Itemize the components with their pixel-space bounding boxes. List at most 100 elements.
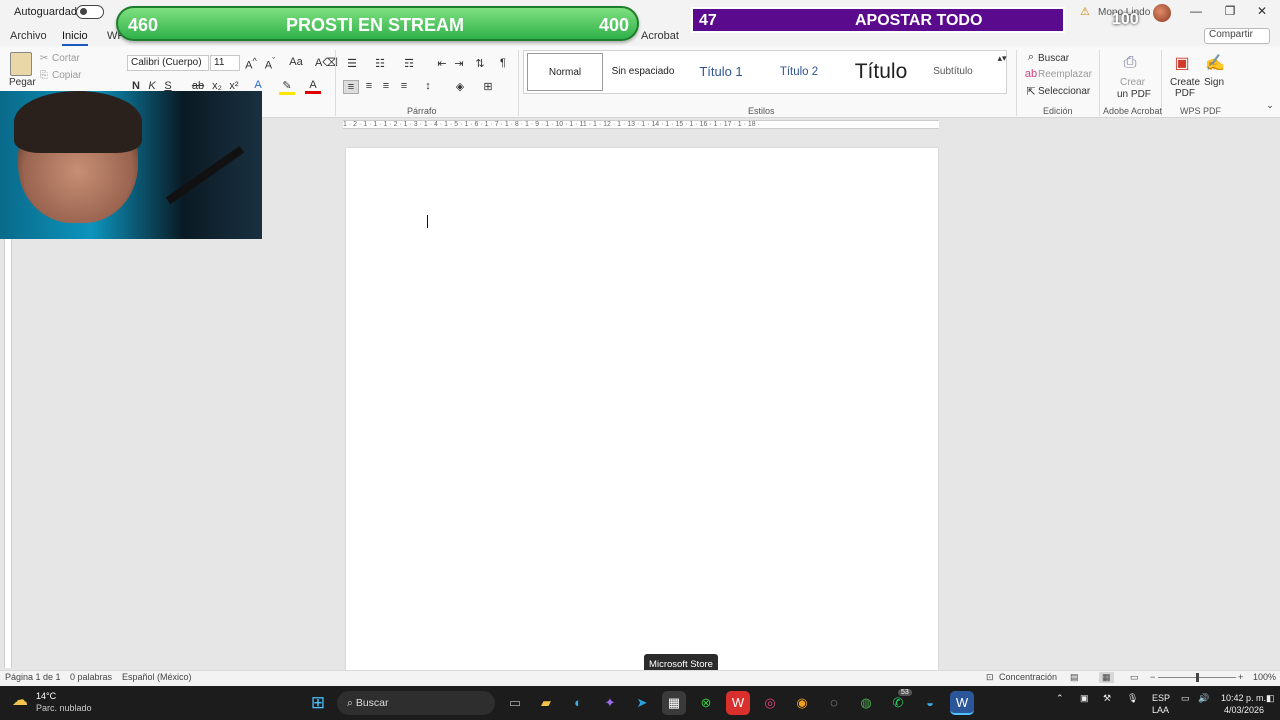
word-icon[interactable]: W bbox=[950, 691, 974, 715]
clear-format-icon[interactable]: A⌫ bbox=[315, 56, 338, 69]
clock-time[interactable]: 10:42 p. m. bbox=[1221, 693, 1266, 703]
taskbar-search[interactable]: ⌕ Buscar bbox=[337, 691, 495, 715]
decrease-indent-icon[interactable]: ⇤ bbox=[434, 57, 450, 70]
sign-icon[interactable]: ✍ bbox=[1205, 53, 1225, 73]
file-explorer-icon[interactable]: ▰ bbox=[534, 691, 558, 715]
autosave-toggle[interactable] bbox=[76, 5, 104, 19]
pilcrow-icon[interactable]: ¶ bbox=[495, 57, 511, 69]
tray-chevron-icon[interactable]: ⌃ bbox=[1056, 693, 1064, 704]
font-color-icon[interactable]: A bbox=[305, 79, 321, 94]
acrobat-create-label[interactable]: Crear bbox=[1120, 77, 1145, 88]
wps-create-label[interactable]: Create bbox=[1170, 77, 1200, 88]
share-button[interactable]: Compartir bbox=[1204, 28, 1270, 44]
borders-icon[interactable]: ⊞ bbox=[480, 80, 496, 93]
change-case-icon[interactable]: Aa bbox=[285, 56, 307, 68]
notifications-icon[interactable]: ◧ bbox=[1266, 693, 1275, 704]
web-layout-icon[interactable]: ▭ bbox=[1130, 672, 1139, 683]
highlight-icon[interactable]: ✎ bbox=[279, 79, 295, 95]
style-title[interactable]: Título bbox=[839, 53, 923, 91]
wps-icon[interactable]: W bbox=[726, 691, 750, 715]
justify-icon[interactable]: ≡ bbox=[396, 80, 412, 92]
zoom-slider-thumb[interactable] bbox=[1196, 673, 1199, 682]
zoom-in-icon[interactable]: + bbox=[1238, 672, 1243, 682]
copy-label[interactable]: Copiar bbox=[52, 70, 81, 81]
bullets-icon[interactable]: ☰ bbox=[344, 57, 360, 70]
align-right-icon[interactable]: ≡ bbox=[378, 80, 394, 92]
weather-desc[interactable]: Parc. nublado bbox=[36, 703, 92, 713]
language-code[interactable]: ESP bbox=[1152, 693, 1170, 703]
task-view-icon[interactable]: ▭ bbox=[503, 691, 527, 715]
tab-archivo[interactable]: Archivo bbox=[10, 30, 47, 42]
collapse-ribbon-icon[interactable]: ⌄ bbox=[1262, 100, 1278, 111]
search-icon[interactable]: ⌕ bbox=[1023, 51, 1039, 64]
cut-label[interactable]: Cortar bbox=[52, 53, 80, 64]
tray-app-icon[interactable]: ▣ bbox=[1080, 693, 1089, 704]
vertical-ruler[interactable] bbox=[4, 238, 12, 668]
find-label[interactable]: Buscar bbox=[1038, 53, 1069, 64]
volume-icon[interactable]: 🔊 bbox=[1198, 693, 1209, 704]
zoom-out-icon[interactable]: − bbox=[1150, 672, 1155, 682]
app-icon[interactable]: ◉ bbox=[790, 691, 814, 715]
cut-icon[interactable]: ✂ bbox=[40, 53, 48, 64]
align-left-icon[interactable]: ≡ bbox=[343, 80, 359, 94]
app-icon[interactable]: ◌ bbox=[822, 691, 846, 715]
paste-label[interactable]: Pegar bbox=[9, 77, 36, 88]
clock-date[interactable]: 4/03/2026 bbox=[1224, 705, 1264, 715]
network-icon[interactable]: ▭ bbox=[1181, 693, 1190, 704]
minimize-button[interactable]: — bbox=[1186, 4, 1206, 18]
tab-inicio[interactable]: Inicio bbox=[62, 30, 88, 46]
browser-icon[interactable]: ◒ bbox=[918, 691, 942, 715]
font-size-select[interactable]: 11 bbox=[210, 55, 240, 71]
wps-pdf-label[interactable]: PDF bbox=[1175, 88, 1195, 99]
warning-icon[interactable]: ⚠ bbox=[1080, 5, 1090, 18]
line-spacing-icon[interactable]: ↕ bbox=[420, 80, 436, 92]
acrobat-pdf-label[interactable]: un PDF bbox=[1117, 89, 1151, 100]
maximize-button[interactable]: ❐ bbox=[1220, 4, 1240, 18]
shading-icon[interactable]: ◈ bbox=[452, 80, 468, 93]
acrobat-pdf-icon[interactable]: ⎙ bbox=[1122, 54, 1138, 72]
zoom-level[interactable]: 100% bbox=[1253, 672, 1276, 682]
wps-sign-label[interactable]: Sign bbox=[1204, 77, 1224, 88]
document-page[interactable] bbox=[346, 148, 938, 670]
grow-font-icon[interactable]: A^ bbox=[243, 56, 259, 72]
select-label[interactable]: Seleccionar bbox=[1038, 86, 1090, 97]
microphone-icon[interactable]: 🎙 bbox=[1127, 693, 1138, 704]
style-heading-1[interactable]: Título 1 bbox=[683, 53, 759, 91]
select-icon[interactable]: ⇱ bbox=[1023, 85, 1039, 98]
close-button[interactable]: ✕ bbox=[1252, 4, 1272, 18]
style-normal[interactable]: Normal bbox=[527, 53, 603, 91]
multilevel-list-icon[interactable]: ☶ bbox=[401, 57, 417, 70]
start-icon[interactable]: ⊞ bbox=[306, 691, 330, 715]
tray-app-icon[interactable]: ⚒ bbox=[1103, 693, 1111, 704]
wps-create-pdf-icon[interactable]: ▣ bbox=[1174, 53, 1190, 73]
replace-icon[interactable]: ab bbox=[1023, 68, 1039, 80]
text-effects-icon[interactable]: A bbox=[250, 79, 266, 91]
edge-icon[interactable]: ◐ bbox=[566, 691, 590, 715]
align-center-icon[interactable]: ≡ bbox=[361, 80, 377, 92]
language-status[interactable]: Español (México) bbox=[122, 672, 192, 682]
horizontal-ruler[interactable]: 1 · 2 · 1 · 1 · 1 · 2 · 1 · 3 · 1 · 4 · … bbox=[343, 120, 939, 129]
weather-temp[interactable]: 14°C bbox=[36, 691, 56, 701]
replace-label[interactable]: Reemplazar bbox=[1038, 69, 1092, 80]
increase-indent-icon[interactable]: ⇥ bbox=[451, 57, 467, 70]
style-subtitle[interactable]: Subtítulo bbox=[923, 53, 983, 91]
avatar[interactable] bbox=[1153, 4, 1171, 22]
chrome-icon[interactable]: ◍ bbox=[854, 691, 878, 715]
sort-icon[interactable]: ⇅ bbox=[472, 57, 488, 70]
xbox-icon[interactable]: ⊗ bbox=[694, 691, 718, 715]
copy-icon[interactable]: ⎘ bbox=[40, 70, 48, 81]
style-no-spacing[interactable]: Sin espaciado bbox=[605, 53, 681, 91]
telegram-icon[interactable]: ➤ bbox=[630, 691, 654, 715]
paste-icon[interactable] bbox=[10, 52, 32, 76]
print-layout-icon[interactable]: ▦ bbox=[1099, 672, 1114, 683]
read-mode-icon[interactable]: ▤ bbox=[1070, 672, 1079, 683]
styles-scroll-icon[interactable]: ▴▾ bbox=[994, 53, 1010, 64]
page-count[interactable]: Página 1 de 1 bbox=[5, 672, 61, 682]
language-layout[interactable]: LAA bbox=[1152, 705, 1169, 715]
weather-icon[interactable]: ☁ bbox=[12, 690, 28, 710]
focus-icon[interactable]: ⊡ bbox=[986, 672, 994, 683]
instagram-icon[interactable]: ◎ bbox=[758, 691, 782, 715]
microsoft-store-icon[interactable]: ▦ bbox=[662, 691, 686, 715]
word-count[interactable]: 0 palabras bbox=[70, 672, 112, 682]
style-heading-2[interactable]: Título 2 bbox=[761, 53, 837, 91]
